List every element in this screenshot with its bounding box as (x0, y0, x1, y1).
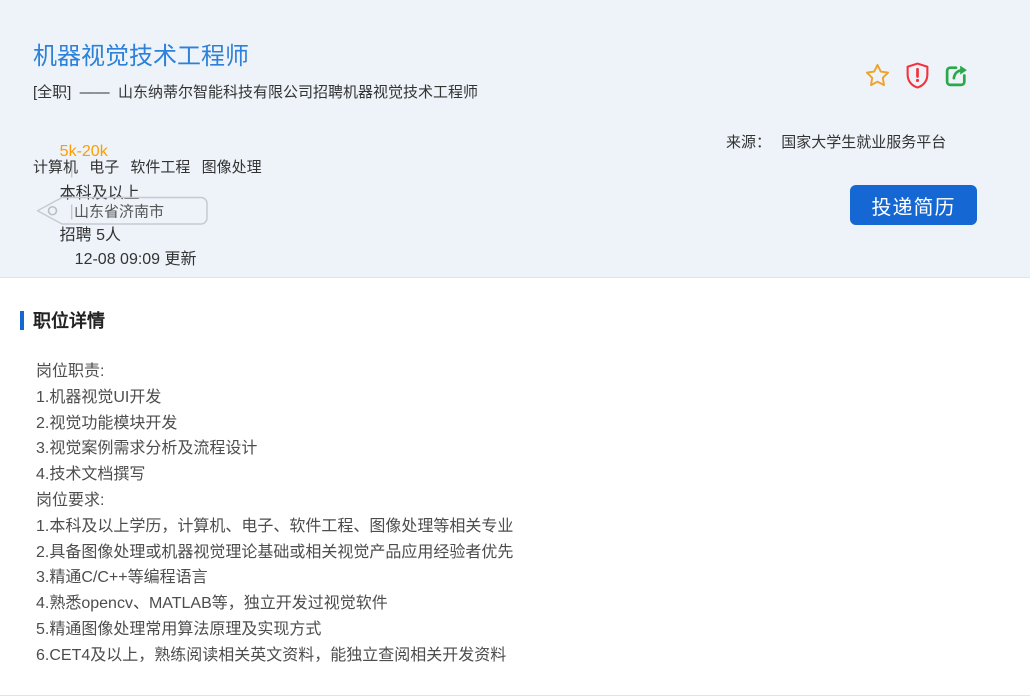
job-header-card: 机器视觉技术工程师 [全职] —— 山东纳蒂尔智能科技有限公司招聘机器视觉技术工… (0, 0, 1030, 278)
location-text: 山东省济南市 (74, 204, 164, 221)
details-section-title: 职位详情 (33, 307, 105, 333)
source-value: 国家大学生就业服务平台 (781, 134, 946, 151)
detail-line: 4.技术文档撰写 (36, 462, 513, 488)
job-subtitle: [全职] —— 山东纳蒂尔智能科技有限公司招聘机器视觉技术工程师 (33, 81, 478, 102)
category-tag: 图像处理 (202, 159, 262, 176)
share-arrow-icon[interactable] (944, 63, 969, 88)
location-tag: 山东省济南市 (35, 196, 209, 226)
detail-line: 3.精通C/C++等编程语言 (36, 565, 513, 591)
detail-line: 岗位职责: (36, 359, 513, 385)
job-action-icons (864, 62, 969, 89)
detail-line: 5.精通图像处理常用算法原理及实现方式 (36, 617, 513, 643)
headcount: 招聘 5人 (60, 227, 121, 244)
detail-line: 岗位要求: (36, 488, 513, 514)
source-label: 来源： (726, 134, 771, 151)
detail-line: 4.熟悉opencv、MATLAB等，独立开发过视觉软件 (36, 591, 513, 617)
favorite-star-icon[interactable] (864, 62, 891, 89)
detail-line: 6.CET4及以上，熟练阅读相关英文资料，能独立查阅相关开发资料 (36, 643, 513, 669)
job-description: 岗位职责: 1.机器视觉UI开发 2.视觉功能模块开发 3.视觉案例需求分析及流… (36, 359, 513, 669)
updated-timestamp: 12-08 09:09 更新 (75, 251, 197, 268)
category-tag: 计算机 (33, 159, 78, 176)
report-shield-icon[interactable] (905, 62, 930, 89)
detail-line: 2.视觉功能模块开发 (36, 411, 513, 437)
location-tag-outline-icon: 山东省济南市 (35, 196, 209, 226)
job-title-link[interactable]: 机器视觉技术工程师 (33, 36, 249, 71)
job-detail-page: 机器视觉技术工程师 [全职] —— 山东纳蒂尔智能科技有限公司招聘机器视觉技术工… (0, 0, 1030, 696)
apply-resume-button[interactable]: 投递简历 (850, 185, 977, 225)
detail-line: 2.具备图像处理或机器视觉理论基础或相关视觉产品应用经验者优先 (36, 540, 513, 566)
detail-line: 1.本科及以上学历，计算机、电子、软件工程、图像处理等相关专业 (36, 514, 513, 540)
job-category-tags: 计算机 电子 软件工程 图像处理 (33, 156, 269, 177)
detail-line: 3.视觉案例需求分析及流程设计 (36, 436, 513, 462)
category-tag: 电子 (89, 159, 119, 176)
section-accent-bar (20, 311, 24, 330)
source-row: 来源： 国家大学生就业服务平台 (726, 131, 946, 152)
details-section-header: 职位详情 (20, 307, 105, 333)
category-tag: 软件工程 (130, 159, 190, 176)
detail-line: 1.机器视觉UI开发 (36, 385, 513, 411)
